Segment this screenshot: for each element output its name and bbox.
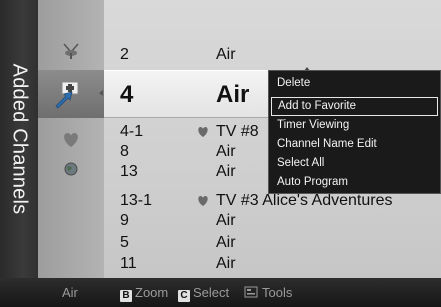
channel-name: Air bbox=[216, 234, 236, 251]
channel-number: 2 bbox=[120, 46, 129, 63]
select-hint[interactable]: C Select bbox=[178, 278, 229, 307]
b-key-icon: B bbox=[120, 290, 132, 302]
channel-number: 4 bbox=[120, 81, 134, 108]
antenna-icon[interactable] bbox=[58, 40, 84, 62]
menu-item-select-all[interactable]: Select All bbox=[271, 154, 438, 173]
tools-hint[interactable]: Tools bbox=[244, 278, 292, 307]
channel-number: 5 bbox=[120, 234, 129, 251]
zoom-hint[interactable]: B Zoom bbox=[120, 278, 168, 307]
favorite-heart-icon bbox=[198, 127, 208, 137]
category-pointer-icon bbox=[99, 90, 103, 96]
channel-row[interactable]: 11 Air bbox=[104, 255, 441, 273]
channel-row[interactable]: 13-1 TV #3 Alice's Adventures bbox=[104, 192, 441, 210]
globe-icon[interactable] bbox=[58, 158, 84, 180]
menu-item-timer-viewing[interactable]: Timer Viewing bbox=[271, 116, 438, 135]
channel-name: Air bbox=[216, 81, 250, 108]
menu-item-add-to-favorite[interactable]: Add to Favorite bbox=[271, 97, 438, 116]
tools-popup-menu: Delete Add to Favorite Timer Viewing Cha… bbox=[268, 70, 441, 194]
menu-item-delete[interactable]: Delete bbox=[271, 74, 438, 93]
channel-name: Air bbox=[216, 212, 236, 229]
channel-name: TV #3 Alice's Adventures bbox=[216, 192, 393, 209]
select-label: Select bbox=[193, 285, 230, 300]
channel-number: 13-1 bbox=[120, 192, 153, 209]
zoom-label: Zoom bbox=[135, 285, 169, 300]
channel-name: Air bbox=[216, 46, 236, 63]
tools-label: Tools bbox=[262, 285, 293, 300]
category-column bbox=[38, 0, 104, 278]
channel-list-screen: Added Channels 2 Air 4 Air 4-1 TV #8 8 A… bbox=[0, 0, 441, 307]
channel-row[interactable]: 2 Air bbox=[104, 46, 441, 64]
source-label: Air bbox=[62, 285, 78, 300]
favorite-heart-icon bbox=[198, 196, 208, 206]
channel-name: Air bbox=[216, 163, 236, 180]
channel-row[interactable]: 5 Air bbox=[104, 234, 441, 252]
tools-icon bbox=[244, 286, 258, 298]
favorites-heart-icon[interactable] bbox=[58, 128, 84, 150]
channel-row[interactable]: 9 Air bbox=[104, 212, 441, 230]
title-strip: Added Channels bbox=[0, 0, 38, 278]
channel-name: TV #8 bbox=[216, 123, 259, 140]
menu-item-channel-name-edit[interactable]: Channel Name Edit bbox=[271, 135, 438, 154]
channel-name: Air bbox=[216, 255, 236, 272]
bottom-help-bar: Air B Zoom C Select Tools bbox=[0, 278, 441, 307]
channel-number: 11 bbox=[120, 255, 137, 272]
channel-number: 9 bbox=[120, 212, 129, 229]
channel-number: 8 bbox=[120, 143, 129, 160]
added-channels-icon[interactable] bbox=[52, 80, 86, 110]
c-key-icon: C bbox=[178, 290, 190, 302]
channel-number: 4-1 bbox=[120, 123, 144, 140]
channel-name: Air bbox=[216, 143, 236, 160]
panel-title: Added Channels bbox=[8, 63, 31, 215]
channel-number: 13 bbox=[120, 163, 138, 180]
menu-item-auto-program[interactable]: Auto Program bbox=[271, 173, 438, 192]
